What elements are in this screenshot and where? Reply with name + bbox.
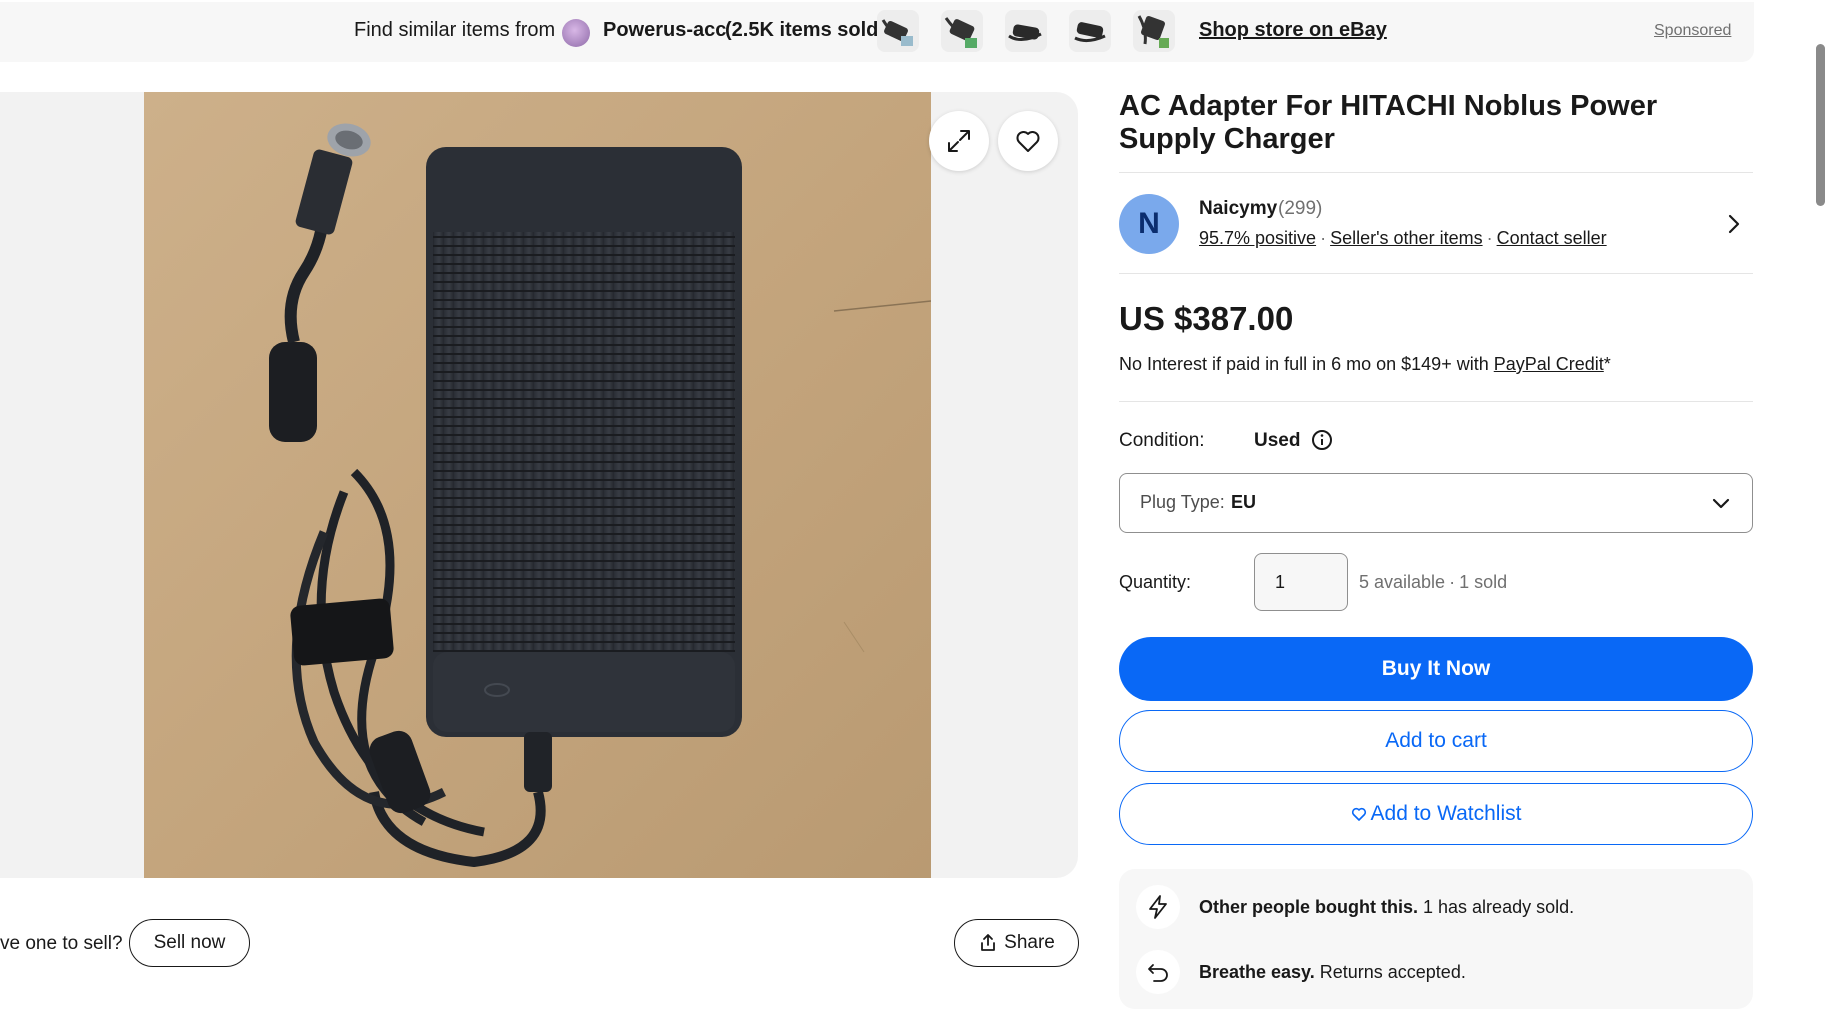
bought-bold: Other people bought this. xyxy=(1199,897,1418,917)
quantity-input[interactable] xyxy=(1254,553,1348,611)
return-icon-wrap xyxy=(1136,950,1180,994)
adapter-thumb-icon xyxy=(1137,15,1169,48)
divider xyxy=(1119,273,1753,274)
available-count: 5 available xyxy=(1359,572,1446,592)
seller-avatar[interactable]: N xyxy=(1119,194,1179,254)
store-name[interactable]: Powerus-acc xyxy=(603,19,726,42)
quantity-label: Quantity: xyxy=(1119,572,1192,592)
share-button[interactable]: Share xyxy=(954,919,1079,967)
returns-highlight: Breathe easy. Returns accepted. xyxy=(1199,962,1466,983)
separator-dot: · xyxy=(1320,228,1327,248)
store-item-thumb[interactable] xyxy=(1005,10,1047,52)
condition-value: Used xyxy=(1254,430,1301,451)
add-to-watchlist-button[interactable]: Add to Watchlist xyxy=(1119,783,1753,845)
paypal-credit-link[interactable]: PayPal Credit xyxy=(1494,354,1604,374)
quantity-availability: 5 available · 1 sold xyxy=(1359,572,1507,593)
credit-offer: No Interest if paid in full in 6 mo on $… xyxy=(1119,354,1611,375)
bought-highlight: Other people bought this. 1 has already … xyxy=(1199,897,1574,918)
contact-seller-link[interactable]: Contact seller xyxy=(1497,228,1607,248)
add-to-cart-button[interactable]: Add to cart xyxy=(1119,710,1753,772)
buy-it-now-button[interactable]: Buy It Now xyxy=(1119,637,1753,701)
divider xyxy=(1119,401,1753,402)
price: US $387.00 xyxy=(1119,300,1294,337)
credit-asterisk: * xyxy=(1603,354,1611,374)
power-adapter-photo xyxy=(144,92,931,878)
expand-image-button[interactable] xyxy=(929,111,989,171)
store-item-thumb[interactable] xyxy=(941,10,983,52)
returns-rest: Returns accepted. xyxy=(1319,962,1466,982)
condition-label: Condition: xyxy=(1119,430,1205,451)
adapter-thumb-icon xyxy=(1074,22,1106,43)
expand-icon xyxy=(948,130,970,152)
heart-icon xyxy=(1016,131,1040,152)
sell-now-button[interactable]: Sell now xyxy=(129,919,250,967)
sponsored-label[interactable]: Sponsored xyxy=(1654,22,1731,40)
chevron-right-icon xyxy=(1728,214,1740,234)
store-item-thumb[interactable] xyxy=(1069,10,1111,52)
lightning-icon xyxy=(1149,895,1167,919)
seller-feedback-count: (299) xyxy=(1278,198,1323,219)
store-item-thumb[interactable] xyxy=(1133,10,1175,52)
share-icon xyxy=(981,934,996,951)
store-avatar[interactable] xyxy=(562,19,590,47)
listing-title: AC Adapter For HITACHI Noblus Power Supp… xyxy=(1119,90,1658,155)
feedback-link[interactable]: 95.7% positive xyxy=(1199,228,1316,248)
adapter-thumb-icon xyxy=(881,19,913,46)
bought-rest: 1 has already sold. xyxy=(1423,897,1575,917)
seller-other-items-link[interactable]: Seller's other items xyxy=(1330,228,1483,248)
plug-type-dropdown[interactable] xyxy=(1709,491,1733,520)
seller-name[interactable]: Naicymy xyxy=(1199,198,1277,220)
sold-count: 1 sold xyxy=(1459,572,1508,592)
have-one-text: ve one to sell? xyxy=(0,933,123,954)
scrollbar-thumb[interactable] xyxy=(1816,44,1825,206)
store-sold-count: (2.5K items sold) xyxy=(725,19,886,41)
share-label: Share xyxy=(1004,932,1055,953)
heart-icon xyxy=(1351,807,1366,821)
shop-store-link[interactable]: Shop store on eBay xyxy=(1199,19,1387,42)
chevron-down-icon xyxy=(1712,498,1730,509)
store-item-thumb[interactable] xyxy=(877,10,919,52)
favorite-button[interactable] xyxy=(998,111,1058,171)
banner-prefix: Find similar items from xyxy=(354,19,556,41)
return-arrow-icon xyxy=(1148,964,1168,982)
separator-dot: · xyxy=(1486,228,1493,248)
lightning-icon-wrap xyxy=(1136,885,1180,929)
divider xyxy=(1119,172,1753,173)
plug-type-label: Plug Type: xyxy=(1140,492,1225,512)
seller-links: 95.7% positive · Seller's other items · Cont… xyxy=(1199,228,1607,249)
watchlist-label: Add to Watchlist xyxy=(1370,802,1522,825)
adapter-thumb-icon xyxy=(1008,24,1042,41)
plug-type-value: EU xyxy=(1231,492,1257,512)
product-image[interactable] xyxy=(144,92,931,878)
highlights-panel xyxy=(1119,869,1753,1009)
credit-text: No Interest if paid in full in 6 mo on $… xyxy=(1119,354,1489,374)
adapter-thumb-icon xyxy=(944,17,977,48)
condition-info-button[interactable] xyxy=(1311,429,1333,456)
separator-dot: · xyxy=(1449,572,1456,592)
seller-chevron-button[interactable] xyxy=(1722,212,1746,241)
returns-bold: Breathe easy. xyxy=(1199,962,1315,982)
info-icon xyxy=(1312,430,1332,450)
